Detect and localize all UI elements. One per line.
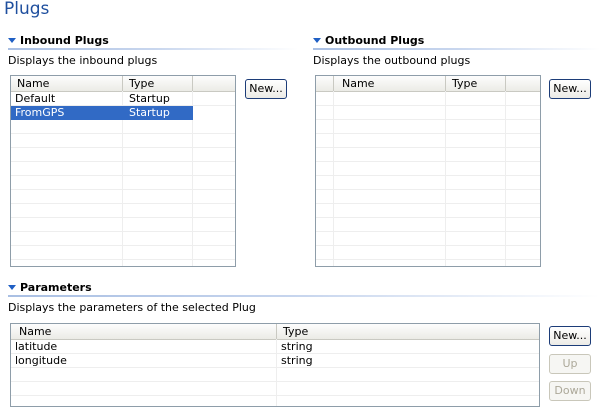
empty-table-row[interactable] [11,134,235,148]
column-header-name[interactable]: Name [334,76,446,91]
outbound-section-divider [313,48,600,50]
parameters-table[interactable]: Name Type latitude string longitude string [10,323,540,407]
empty-table-row[interactable] [316,176,540,190]
column-header-name[interactable]: Name [11,76,123,91]
collapse-arrow-icon[interactable] [313,38,321,43]
outbound-section-title: Outbound Plugs [325,34,425,47]
parameters-description: Displays the parameters of the selected … [8,301,256,314]
empty-table-row[interactable] [11,218,235,232]
parameters-section-divider [8,295,600,297]
empty-table-row[interactable] [316,120,540,134]
empty-table-row[interactable] [316,232,540,246]
table-row[interactable]: longitude string [11,354,539,368]
parameters-new-button[interactable]: New... [549,326,591,346]
empty-table-row[interactable] [11,204,235,218]
empty-table-row[interactable] [11,120,235,134]
column-header-name[interactable]: Name [11,324,277,339]
collapse-arrow-icon[interactable] [8,38,16,43]
empty-table-row[interactable] [11,382,539,396]
cell-type: Startup [129,106,170,119]
empty-table-row[interactable] [316,162,540,176]
cell-name: FromGPS [15,106,65,119]
empty-table-row[interactable] [11,148,235,162]
column-header-type[interactable]: Type [277,324,539,339]
empty-table-row[interactable] [11,190,235,204]
cell-name: Default [15,92,56,105]
inbound-section-title: Inbound Plugs [20,34,109,47]
table-row[interactable]: Default Startup [11,92,235,106]
empty-table-row[interactable] [316,92,540,106]
empty-table-row[interactable] [316,106,540,120]
parameters-section-title: Parameters [20,281,92,294]
column-header-spacer [316,76,334,91]
move-up-button[interactable]: Up [549,354,591,374]
empty-table-row[interactable] [316,190,540,204]
empty-table-row[interactable] [316,204,540,218]
inbound-section-divider [8,48,298,50]
outbound-new-button[interactable]: New... [549,79,591,99]
collapse-arrow-icon[interactable] [8,285,16,290]
cell-type: Startup [129,92,170,105]
empty-table-row[interactable] [11,368,539,382]
empty-table-row[interactable] [11,232,235,246]
outbound-description: Displays the outbound plugs [313,54,471,67]
table-row[interactable]: FromGPS Startup [11,106,193,120]
cell-name: latitude [15,340,58,353]
inbound-description: Displays the inbound plugs [8,54,158,67]
page-title: Plugs [4,0,50,19]
table-row[interactable]: latitude string [11,340,539,354]
empty-table-row[interactable] [11,176,235,190]
table-header: Name Type [11,324,539,340]
empty-table-row[interactable] [316,148,540,162]
empty-table-row[interactable] [316,246,540,260]
column-header-type[interactable]: Type [123,76,193,91]
move-down-button[interactable]: Down [549,381,591,401]
inbound-new-button[interactable]: New... [245,79,287,99]
inbound-plugs-table[interactable]: Name Type Default Startup FromGPS Startup [10,75,236,267]
cell-type: string [281,340,313,353]
empty-table-row[interactable] [11,246,235,260]
cell-name: longitude [15,354,67,367]
outbound-plugs-table[interactable]: Name Type [315,75,541,267]
table-header: Name Type [11,76,235,92]
table-header: Name Type [316,76,540,92]
empty-table-row[interactable] [11,162,235,176]
cell-type: string [281,354,313,367]
empty-table-row[interactable] [316,218,540,232]
empty-table-row[interactable] [316,134,540,148]
column-header-type[interactable]: Type [446,76,506,91]
